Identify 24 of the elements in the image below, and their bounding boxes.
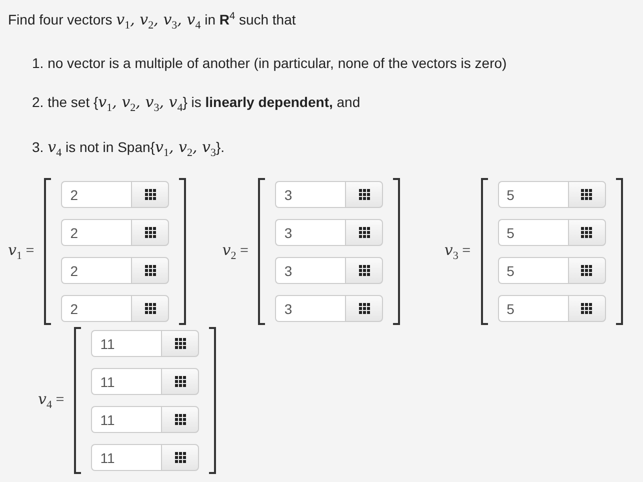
vector-label: v$_{1}$ = — [8, 241, 34, 262]
answer-field[interactable]: 3 — [275, 295, 346, 322]
answer-field[interactable]: 5 — [498, 295, 568, 322]
vector-label: v$_{2}$ = — [222, 241, 248, 262]
answer-field[interactable]: 5 — [498, 219, 568, 246]
problem-statement: Find four vectors v$_{1}$, v$_{2}$, v$_{3}$, v$_{4}$ in R$^{4}$ such that — [8, 10, 297, 34]
answer-field[interactable]: 11 — [91, 444, 162, 472]
answer-field[interactable]: 3 — [275, 181, 346, 208]
answer-field[interactable]: 5 — [498, 257, 568, 284]
condition-text: 3. v$_{4}$ is not in Span{v$_{1}$, v$_{2}$, v$_{3}$}. — [32, 137, 226, 162]
condition-text: 1. no vector is a multiple of another (in particular, none of the vectors is zero) — [32, 54, 508, 74]
answer-field[interactable]: 2 — [61, 257, 132, 284]
answer-field[interactable]: 3 — [275, 219, 346, 246]
answer-field[interactable]: 2 — [61, 295, 132, 322]
answer-field[interactable]: 11 — [91, 330, 162, 358]
answer-field[interactable]: 2 — [61, 219, 132, 246]
vector-label: v$_{3}$ = — [444, 241, 471, 262]
answer-field[interactable]: 11 — [91, 406, 162, 434]
condition-text: 2. the set {v$_{1}$, v$_{2}$, v$_{3}$, v$_{4}$} is linearly dependent, and — [32, 92, 362, 116]
answer-field[interactable]: 2 — [61, 181, 132, 208]
vector-label: v$_{4}$ = — [38, 390, 64, 412]
answer-field[interactable]: 11 — [91, 368, 162, 396]
answer-field[interactable]: 3 — [275, 257, 346, 284]
answer-field[interactable]: 5 — [498, 181, 568, 208]
